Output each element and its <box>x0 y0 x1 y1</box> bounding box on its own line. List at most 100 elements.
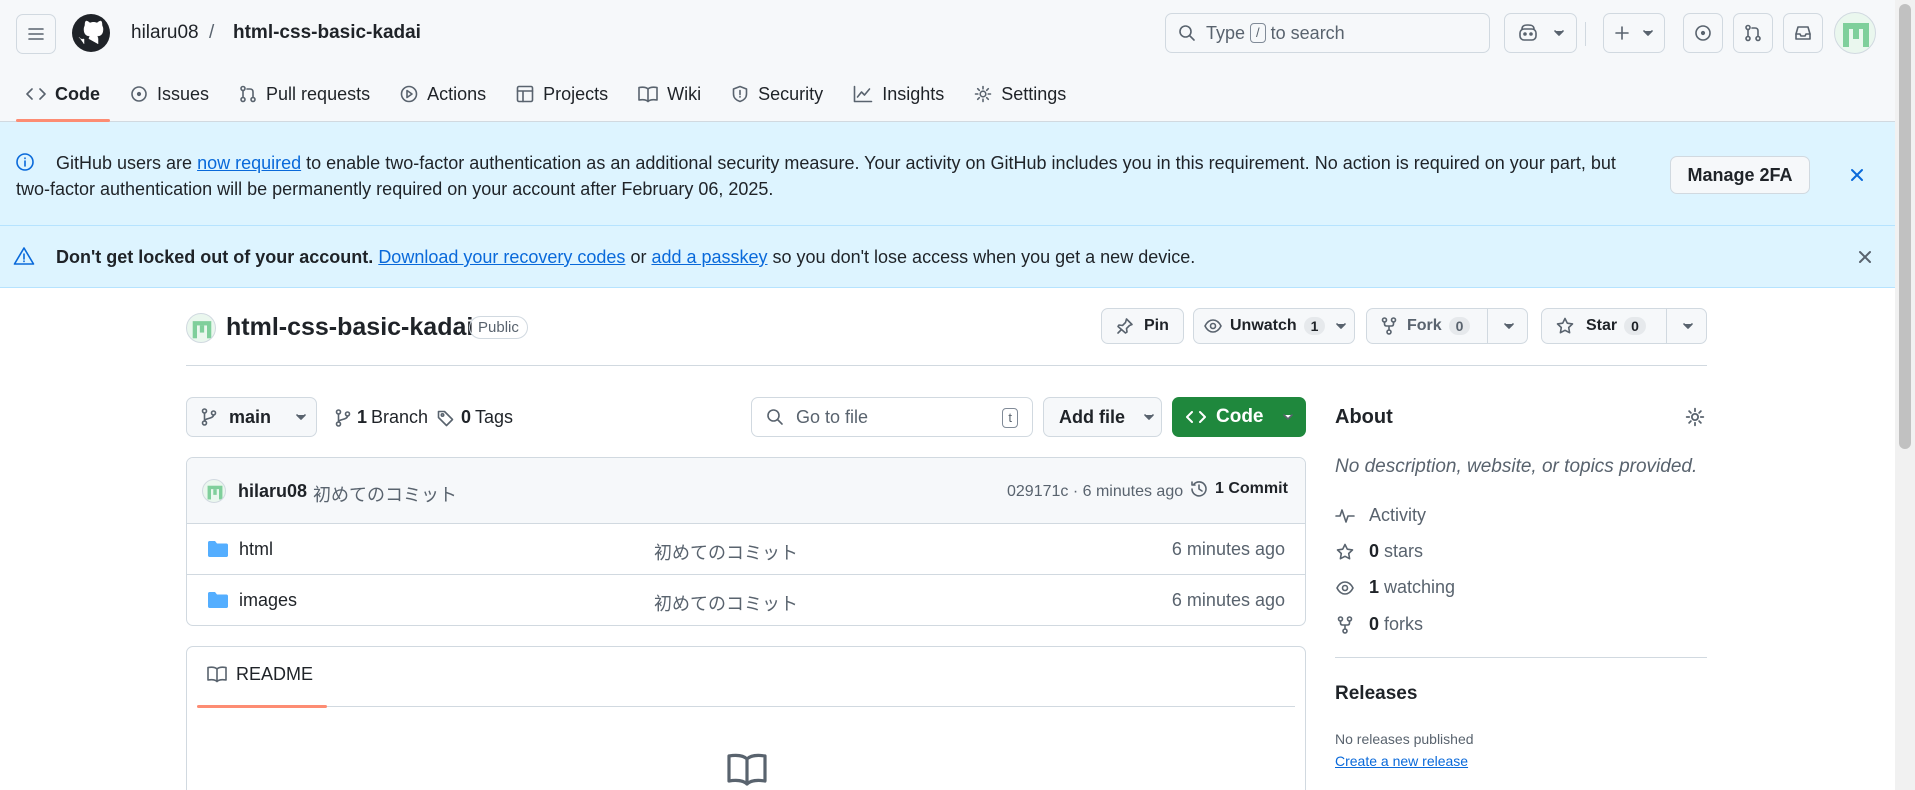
menu-button[interactable] <box>16 14 56 54</box>
branch-selector[interactable]: main <box>186 397 317 437</box>
activity-link[interactable]: Activity <box>1335 505 1426 526</box>
branch-icon <box>335 408 351 427</box>
file-commit-message[interactable]: 初めてのコミット <box>654 539 798 565</box>
commit-hash-time[interactable]: 029171c · 6 minutes ago <box>1007 483 1183 501</box>
fork-button[interactable]: Fork 0 <box>1366 308 1528 344</box>
tab-code[interactable]: Code <box>16 80 110 122</box>
file-name[interactable]: images <box>239 590 297 611</box>
watching-link[interactable]: 1 watching <box>1335 577 1455 598</box>
branch-label: Branch <box>371 407 429 427</box>
branches-link[interactable]: 1 Branch <box>335 407 428 428</box>
inbox-icon <box>1794 24 1812 42</box>
file-commit-message[interactable]: 初めてのコミット <box>654 590 798 616</box>
pull-requests-button[interactable] <box>1733 13 1773 53</box>
fork-counter: 0 <box>1448 317 1471 335</box>
tab-readme[interactable]: README <box>197 664 327 708</box>
tab-label: Projects <box>543 83 609 104</box>
tab-actions[interactable]: Actions <box>390 80 496 108</box>
close-icon[interactable] <box>1848 166 1866 184</box>
file-name[interactable]: html <box>239 539 273 560</box>
fork-label: Fork <box>1407 317 1442 334</box>
alert-icon <box>13 246 35 266</box>
chevron-down-icon[interactable] <box>1553 27 1565 39</box>
header-divider <box>1585 22 1586 46</box>
chevron-down-icon <box>1143 411 1155 423</box>
close-icon[interactable] <box>1856 248 1874 266</box>
watch-counter: 1 <box>1303 317 1326 335</box>
repo-title[interactable]: html-css-basic-kadai <box>226 313 473 342</box>
readme-tab-label: README <box>236 664 314 684</box>
tab-insights[interactable]: Insights <box>843 80 954 108</box>
branch-count: 1 <box>357 407 368 427</box>
go-to-file-placeholder: Go to file <box>796 406 869 427</box>
unwatch-button[interactable]: Unwatch 1 <box>1193 308 1355 344</box>
github-logo-icon[interactable] <box>71 13 111 53</box>
commit-message[interactable]: 初めてのコミット <box>313 481 457 507</box>
copilot-button[interactable] <box>1504 13 1577 53</box>
book-icon <box>725 751 769 787</box>
create-release-link[interactable]: Create a new release <box>1335 753 1468 769</box>
now-required-link[interactable]: now required <box>197 153 301 173</box>
search-icon <box>1178 24 1196 42</box>
hamburger-icon <box>26 24 46 44</box>
tags-link[interactable]: 0 Tags <box>437 407 513 428</box>
scrollbar-thumb[interactable] <box>1899 4 1911 449</box>
releases-title[interactable]: Releases <box>1335 683 1417 705</box>
visibility-badge: Public <box>469 316 528 339</box>
pin-icon <box>1116 317 1134 335</box>
commit-author-avatar[interactable] <box>202 479 226 503</box>
forks-count: 0 <box>1369 614 1380 634</box>
tag-label: Tags <box>475 407 514 427</box>
tab-label: Wiki <box>667 83 702 104</box>
code-icon <box>26 85 46 103</box>
breadcrumb-repo[interactable]: html-css-basic-kadai <box>233 22 421 44</box>
global-header: hilaru08 / html-css-basic-kadai Type / t… <box>0 0 1895 122</box>
file-row[interactable]: images 初めてのコミット 6 minutes ago <box>187 575 1305 625</box>
tab-label: Security <box>758 83 824 104</box>
commit-count: 1 Commit <box>1215 480 1288 497</box>
page-scrollbar[interactable] <box>1895 0 1915 790</box>
readme-tab-underline <box>197 705 327 708</box>
chevron-down-icon[interactable] <box>1682 320 1694 332</box>
create-new-button[interactable] <box>1603 13 1665 53</box>
add-passkey-link[interactable]: add a passkey <box>651 247 767 267</box>
star-counter: 0 <box>1624 317 1646 335</box>
add-file-button[interactable]: Add file <box>1043 397 1162 437</box>
branch-name: main <box>229 406 272 427</box>
inbox-button[interactable] <box>1783 13 1823 53</box>
breadcrumb-owner[interactable]: hilaru08 <box>131 22 199 44</box>
tab-issues[interactable]: Issues <box>120 80 219 108</box>
star-icon <box>1556 317 1574 335</box>
tab-settings[interactable]: Settings <box>964 80 1076 108</box>
pull-request-icon <box>239 85 257 103</box>
gear-icon[interactable] <box>1685 407 1705 427</box>
manage-2fa-button[interactable]: Manage 2FA <box>1670 156 1810 194</box>
tab-label: Issues <box>157 83 210 104</box>
chevron-down-icon <box>295 411 307 423</box>
download-recovery-codes-link[interactable]: Download your recovery codes <box>378 247 625 267</box>
stars-link[interactable]: 0 stars <box>1335 541 1423 562</box>
star-button[interactable]: Star 0 <box>1541 308 1707 344</box>
pull-request-icon <box>1744 24 1762 42</box>
tab-pull-requests[interactable]: Pull requests <box>229 80 380 108</box>
code-dropdown-button[interactable]: Code <box>1172 397 1306 437</box>
go-to-file-input[interactable]: Go to file t <box>751 397 1033 437</box>
user-avatar[interactable] <box>1834 12 1876 54</box>
tab-projects[interactable]: Projects <box>506 80 618 108</box>
chevron-down-icon[interactable] <box>1503 320 1515 332</box>
repo-tabs: Code Issues Pull requests Actions Projec… <box>16 80 1086 122</box>
search-input[interactable]: Type / to search <box>1165 13 1490 53</box>
tab-wiki[interactable]: Wiki <box>628 80 711 108</box>
commit-history-link[interactable]: 1 Commit <box>1189 479 1288 499</box>
commit-author[interactable]: hilaru08 <box>238 481 307 502</box>
about-description: No description, website, or topics provi… <box>1335 456 1698 477</box>
table-icon <box>516 85 534 103</box>
pin-button[interactable]: Pin <box>1101 308 1184 344</box>
file-row[interactable]: html 初めてのコミット 6 minutes ago <box>187 524 1305 575</box>
issues-button[interactable] <box>1683 13 1723 53</box>
recovery-middle-text: or <box>625 247 652 267</box>
folder-icon <box>207 591 229 609</box>
forks-link[interactable]: 0 forks <box>1335 614 1423 635</box>
two-factor-message: GitHub users are now required to enable … <box>16 150 1631 202</box>
tab-security[interactable]: Security <box>721 80 833 108</box>
